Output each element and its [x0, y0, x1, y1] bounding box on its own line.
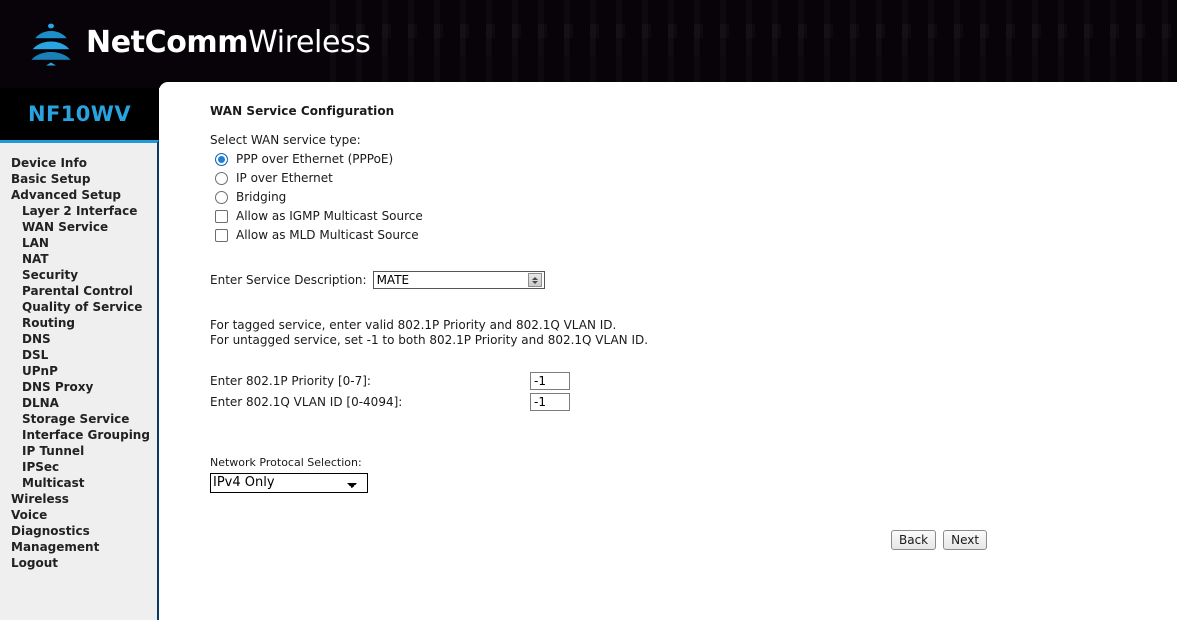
header-decorative-pattern [330, 0, 1177, 88]
sidebar-item-layer-2-interface[interactable]: Layer 2 Interface [0, 203, 157, 219]
sidebar-item-device-info[interactable]: Device Info [0, 155, 157, 171]
spinner-up-arrow-icon [531, 276, 538, 280]
sidebar-item-dns-proxy[interactable]: DNS Proxy [0, 379, 157, 395]
note-line-untagged: For untagged service, set -1 to both 802… [210, 333, 649, 347]
priority-label: Enter 802.1P Priority [0-7]: [210, 374, 371, 388]
service-description-row: Enter Service Description: [210, 271, 1110, 289]
sidebar-item-diagnostics[interactable]: Diagnostics [0, 523, 157, 539]
option-row[interactable]: PPP over Ethernet (PPPoE) [210, 150, 1110, 168]
service-description-spinner[interactable] [527, 273, 542, 287]
sidebar-item-nat[interactable]: NAT [0, 251, 157, 267]
sidebar-navigation: Device Info Basic Setup Advanced Setup Laye… [0, 140, 159, 620]
vlan-id-input[interactable] [530, 393, 570, 411]
vlan-field-row: Enter 802.1P Priority [0-7]: [210, 371, 1110, 391]
network-protocol-label: Network Protocal Selection: [210, 456, 362, 469]
option-row[interactable]: Allow as MLD Multicast Source [210, 226, 1110, 244]
sidebar-item-ip-tunnel[interactable]: IP Tunnel [0, 443, 157, 459]
wan-service-form: WAN Service Configuration Select WAN ser… [210, 104, 1110, 493]
wifi-signal-icon [28, 23, 74, 66]
option-label: Bridging [236, 190, 287, 204]
vlan-fields-block: Enter 802.1P Priority [0-7]: Enter 802.1Q… [210, 371, 1110, 412]
sidebar-item-wan-service[interactable]: WAN Service [0, 219, 157, 235]
note-line-tagged: For tagged service, enter valid 802.1P P… [210, 318, 617, 332]
sidebar-item-routing[interactable]: Routing [0, 315, 157, 331]
sidebar-item-logout[interactable]: Logout [0, 555, 157, 571]
vlan-id-label: Enter 802.1Q VLAN ID [0-4094]: [210, 395, 403, 409]
radio-ip-over-ethernet[interactable] [215, 171, 228, 185]
page-title: WAN Service Configuration [210, 104, 395, 118]
sidebar-item-security[interactable]: Security [0, 267, 157, 283]
option-label: PPP over Ethernet (PPPoE) [236, 152, 394, 166]
page-header: NetCommWireless [0, 0, 1177, 88]
sidebar-item-multicast[interactable]: Multicast [0, 475, 157, 491]
option-label: IP over Ethernet [236, 171, 333, 185]
sidebar-item-dlna[interactable]: DLNA [0, 395, 157, 411]
service-description-input-wrap [372, 271, 545, 289]
sidebar-item-voice[interactable]: Voice [0, 507, 157, 523]
vlan-field-row: Enter 802.1Q VLAN ID [0-4094]: [210, 392, 1110, 412]
sidebar-item-ipsec[interactable]: IPSec [0, 459, 157, 475]
main-content-panel: WAN Service Configuration Select WAN ser… [159, 82, 1177, 620]
option-row[interactable]: Bridging [210, 188, 1110, 206]
service-description-input[interactable] [373, 272, 522, 288]
sidebar-item-quality-of-service[interactable]: Quality of Service [0, 299, 157, 315]
network-protocol-select[interactable]: IPv4 OnlyIPv4&IPv6 (Dual Stack)IPv6 Only [210, 472, 368, 493]
sidebar-item-lan[interactable]: LAN [0, 235, 157, 251]
option-label: Allow as MLD Multicast Source [236, 228, 419, 242]
option-row[interactable]: Allow as IGMP Multicast Source [210, 207, 1110, 225]
sidebar-item-upnp[interactable]: UPnP [0, 363, 157, 379]
brand-name-light: Wireless [248, 25, 371, 60]
sidebar-item-management[interactable]: Management [0, 539, 157, 555]
radio-ppp-over-ethernet-pppoe[interactable] [215, 152, 228, 166]
sidebar-item-parental-control[interactable]: Parental Control [0, 283, 157, 299]
spinner-down-arrow-icon [531, 280, 538, 284]
back-button[interactable]: Back [891, 530, 937, 550]
brand-logo[interactable]: NetCommWireless [24, 18, 371, 68]
radio-bridging[interactable] [215, 190, 228, 204]
service-description-label: Enter Service Description: [210, 273, 367, 287]
brand-wordmark: NetCommWireless [86, 25, 371, 60]
sidebar-item-interface-grouping[interactable]: Interface Grouping [0, 427, 157, 443]
checkbox-allow-as-igmp-multicast-source[interactable] [215, 209, 228, 223]
sidebar-item-advanced-setup[interactable]: Advanced Setup [0, 187, 157, 203]
service-type-option-list: PPP over Ethernet (PPPoE) IP over Etherne… [210, 150, 1110, 244]
vlan-instruction-notes: For tagged service, enter valid 802.1P P… [210, 318, 1110, 348]
model-name-banner: NF10WV [0, 88, 159, 140]
form-button-row: Back Next [891, 530, 988, 550]
sidebar-item-storage-service[interactable]: Storage Service [0, 411, 157, 427]
priority-input[interactable] [530, 372, 570, 390]
sidebar-item-dsl[interactable]: DSL [0, 347, 157, 363]
brand-name-bold: NetComm [86, 25, 249, 60]
network-protocol-block: Network Protocal Selection: IPv4 OnlyIPv… [210, 456, 1110, 493]
option-label: Allow as IGMP Multicast Source [236, 209, 423, 223]
next-button[interactable]: Next [943, 530, 988, 550]
option-row[interactable]: IP over Ethernet [210, 169, 1110, 187]
sidebar-item-basic-setup[interactable]: Basic Setup [0, 171, 157, 187]
service-type-label: Select WAN service type: [210, 133, 361, 147]
sidebar-item-dns[interactable]: DNS [0, 331, 157, 347]
checkbox-allow-as-mld-multicast-source[interactable] [215, 228, 228, 242]
sidebar-item-wireless[interactable]: Wireless [0, 491, 157, 507]
